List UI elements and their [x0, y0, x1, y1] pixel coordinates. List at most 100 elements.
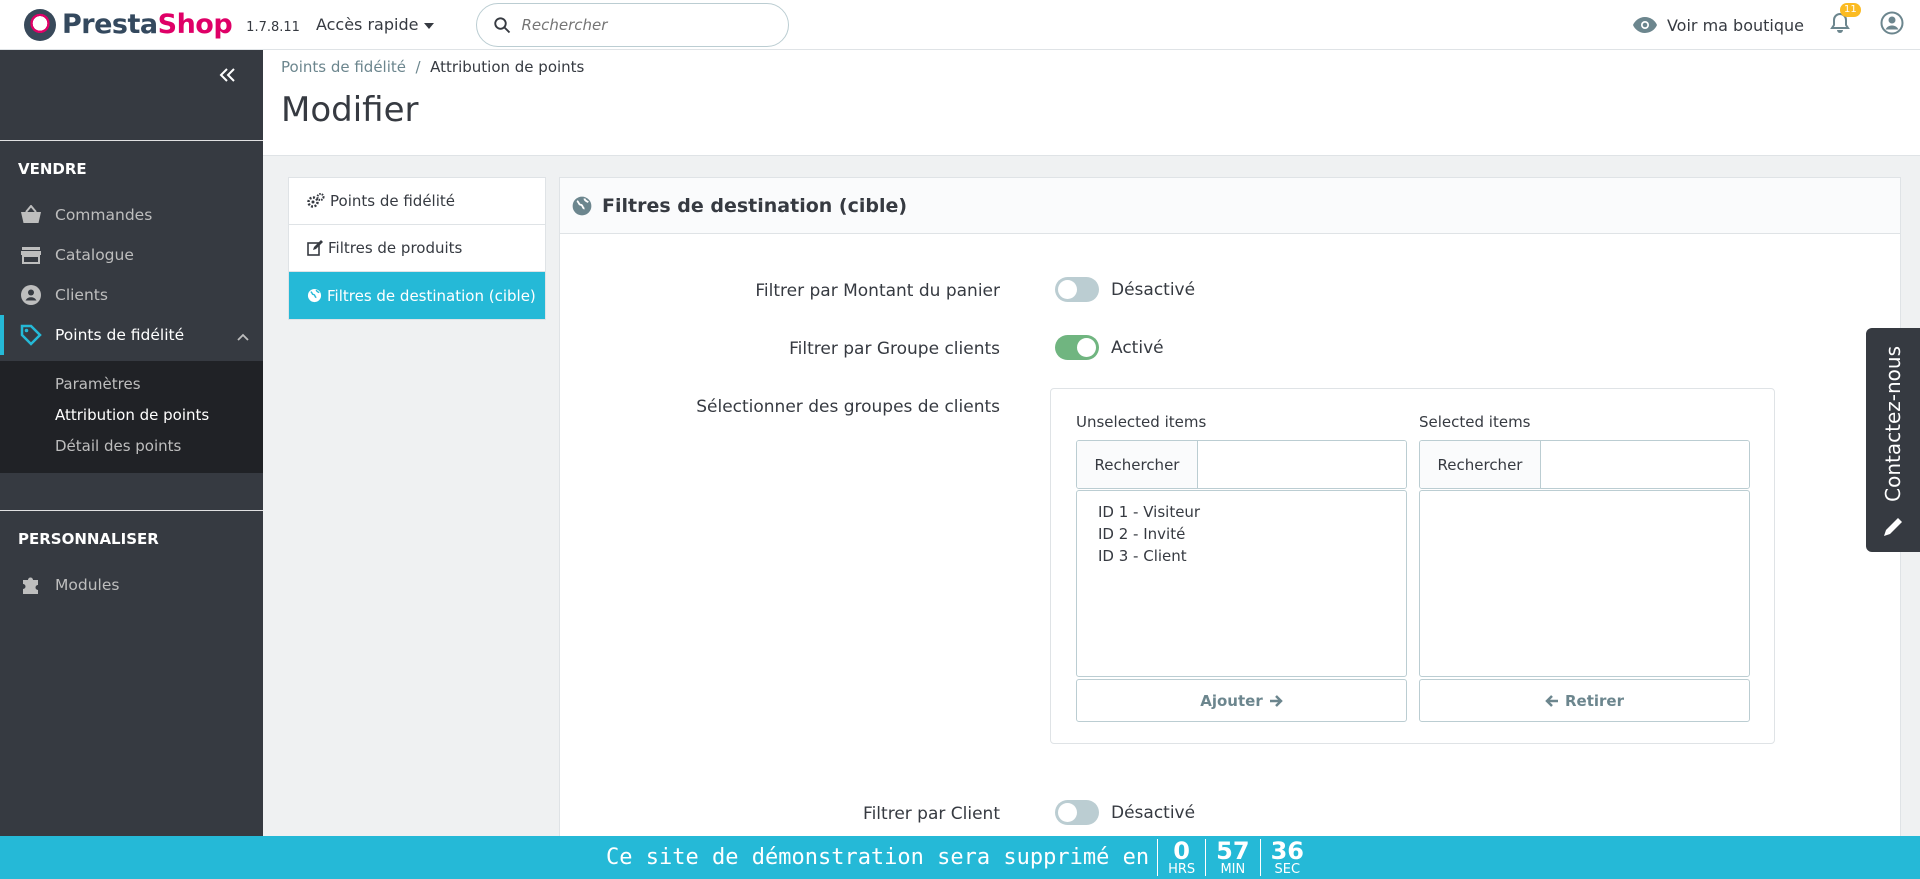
selected-filter-input[interactable]	[1541, 441, 1749, 488]
add-button[interactable]: Ajouter	[1076, 679, 1407, 722]
eye-icon	[1632, 17, 1657, 33]
tab-product-filters[interactable]: Filtres de produits	[289, 225, 545, 272]
header-actions: Voir ma boutique 11	[1632, 0, 1920, 50]
quick-access-dropdown[interactable]: Accès rapide	[316, 15, 435, 34]
notifications-badge: 11	[1840, 3, 1861, 17]
contact-us-tab[interactable]: Contactez-nous	[1866, 328, 1920, 552]
list-item[interactable]: ID 2 - Invité	[1098, 523, 1385, 545]
countdown-minutes-value: 57	[1216, 837, 1250, 865]
sidebar-item-label: Commandes	[55, 206, 153, 224]
unselected-column: Unselected items Rechercher ID 1 - Visit…	[1076, 413, 1407, 722]
version-label: 1.7.8.11	[246, 20, 300, 35]
countdown-minutes-unit: MIN	[1220, 862, 1246, 877]
sidebar-item-customers[interactable]: Clients	[0, 275, 263, 315]
destination-filters-panel: Filtres de destination (cible) Filtrer p…	[559, 177, 1901, 879]
panel-heading: Filtres de destination (cible)	[560, 178, 1900, 234]
customer-groups-dual-listbox: Unselected items Rechercher ID 1 - Visit…	[1050, 388, 1775, 744]
submenu-item-points-attribution[interactable]: Attribution de points	[55, 406, 209, 424]
toggle-switch[interactable]	[1055, 277, 1099, 302]
submenu-item-settings[interactable]: Paramètres	[55, 375, 141, 393]
list-item[interactable]: ID 1 - Visiteur	[1098, 501, 1385, 523]
tag-icon	[20, 324, 42, 346]
filter-label: Rechercher	[1077, 441, 1198, 488]
search-input[interactable]	[521, 15, 762, 34]
collapse-sidebar-button[interactable]	[219, 64, 237, 89]
toggle-state-label: Activé	[1111, 337, 1164, 358]
breadcrumb-current: Attribution de points	[430, 58, 585, 76]
field-label-customer-group: Filtrer par Groupe clients	[789, 339, 1000, 359]
selected-listbox[interactable]	[1419, 490, 1750, 677]
countdown-hours: 0 HRS	[1157, 839, 1205, 876]
toggle-state-label: Désactivé	[1111, 279, 1196, 300]
sidebar-divider	[0, 510, 263, 511]
sidebar-item-modules[interactable]: Modules	[0, 565, 263, 605]
view-shop-link[interactable]: Voir ma boutique	[1632, 15, 1804, 35]
sidebar-item-label: Clients	[55, 286, 108, 304]
user-menu-button[interactable]	[1880, 11, 1904, 39]
cogs-icon	[307, 193, 325, 208]
demo-message: Ce site de démonstration sera supprimé e…	[606, 845, 1150, 870]
edit-icon	[307, 240, 323, 256]
header-search[interactable]	[476, 2, 790, 47]
section-title-sell: VENDRE	[18, 160, 87, 178]
countdown-seconds-unit: SEC	[1274, 862, 1301, 877]
unselected-listbox[interactable]: ID 1 - Visiteur ID 2 - Invité ID 3 - Cli…	[1076, 490, 1407, 677]
countdown-seconds: 36 SEC	[1259, 837, 1314, 877]
panel-title: Filtres de destination (cible)	[602, 194, 908, 217]
breadcrumb: Points de fidélité / Attribution de poin…	[281, 58, 584, 76]
arrow-left-icon	[1545, 694, 1558, 707]
globe-icon	[307, 288, 322, 303]
form-tabs: Points de fidélité Filtres de produits F…	[288, 177, 546, 320]
toggle-state-label: Désactivé	[1111, 802, 1196, 823]
account-circle-icon	[1880, 11, 1904, 35]
page-title: Modifier	[281, 90, 419, 130]
countdown-hours-value: 0	[1173, 837, 1190, 865]
tab-label: Filtres de destination (cible)	[327, 286, 536, 305]
prestashop-logo[interactable]: PrestaShop	[24, 8, 233, 41]
countdown-seconds-value: 36	[1270, 837, 1304, 865]
quick-access-label: Accès rapide	[315, 15, 419, 34]
countdown-minutes: 57 MIN	[1205, 839, 1259, 876]
customer-group-switch[interactable]: Activé	[1055, 335, 1164, 360]
add-button-label: Ajouter	[1200, 691, 1263, 710]
sidebar-item-label: Catalogue	[55, 246, 134, 264]
sidebar-item-label: Modules	[55, 576, 120, 594]
sidebar-item-loyalty-points[interactable]: Points de fidélité	[0, 315, 263, 355]
field-label-customer: Filtrer par Client	[863, 804, 1000, 824]
breadcrumb-separator: /	[415, 58, 421, 76]
sidebar-item-catalog[interactable]: Catalogue	[0, 235, 263, 275]
double-chevron-left-icon	[219, 68, 235, 82]
selected-column: Selected items Rechercher Retirer	[1419, 413, 1750, 722]
list-item[interactable]: ID 3 - Client	[1098, 545, 1385, 567]
account-icon	[20, 284, 42, 306]
selected-label: Selected items	[1419, 413, 1531, 431]
breadcrumb-parent[interactable]: Points de fidélité	[281, 58, 406, 76]
unselected-label: Unselected items	[1076, 413, 1207, 431]
toggle-switch[interactable]	[1055, 800, 1099, 825]
cart-amount-switch[interactable]: Désactivé	[1055, 277, 1195, 302]
page-head: Points de fidélité / Attribution de poin…	[263, 50, 1920, 156]
tab-loyalty-points[interactable]: Points de fidélité	[289, 178, 545, 225]
view-shop-label: Voir ma boutique	[1666, 15, 1804, 35]
caret-down-icon	[424, 22, 435, 29]
remove-button[interactable]: Retirer	[1419, 679, 1750, 722]
puffin-logo-icon	[24, 8, 56, 41]
submenu-item-points-detail[interactable]: Détail des points	[55, 437, 181, 455]
top-header: PrestaShop 1.7.8.11 Accès rapide Voir ma…	[0, 0, 1920, 50]
chevron-up-icon	[237, 327, 249, 345]
remove-button-label: Retirer	[1564, 691, 1624, 710]
sidebar-item-label: Points de fidélité	[55, 326, 185, 344]
basket-icon	[20, 204, 42, 226]
field-label-cart-amount: Filtrer par Montant du panier	[755, 281, 1000, 301]
contact-us-label: Contactez-nous	[1881, 346, 1905, 502]
countdown-hours-unit: HRS	[1168, 862, 1196, 877]
customer-switch[interactable]: Désactivé	[1055, 800, 1195, 825]
globe-icon	[572, 196, 592, 215]
sidebar-item-orders[interactable]: Commandes	[0, 195, 263, 235]
toggle-switch[interactable]	[1055, 335, 1099, 360]
sidebar: VENDRE Commandes Catalogue Clients Point…	[0, 50, 263, 844]
tab-destination-filters[interactable]: Filtres de destination (cible)	[289, 272, 545, 319]
unselected-filter-input[interactable]	[1198, 441, 1406, 488]
brand-name: PrestaShop	[62, 9, 233, 40]
notifications-button[interactable]: 11	[1830, 3, 1861, 38]
